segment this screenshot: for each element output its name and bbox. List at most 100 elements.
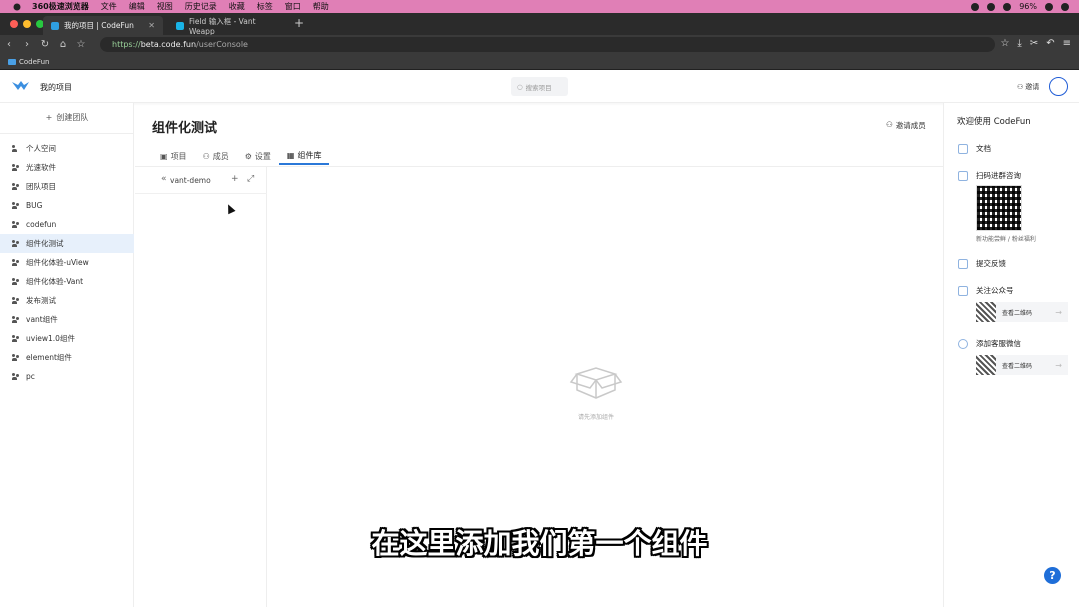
minimize-window-icon[interactable] [23, 20, 31, 28]
tab-members[interactable]: ⚇ 成员 [195, 147, 237, 165]
user-icon: ⚇ [1017, 83, 1024, 91]
tab-settings[interactable]: ⚙ 设置 [237, 147, 279, 165]
tab-component-library[interactable]: ▦ 组件库 [278, 147, 330, 165]
feedback-label: 提交反馈 [976, 259, 1006, 268]
browser-tab-bar: 我的项目 | CodeFun ✕ Field 输入框 - Vant Weapp … [0, 13, 1079, 36]
sidebar-item-label: 组件化体验-Vant [26, 277, 84, 286]
expand-icon[interactable]: ⤢ [247, 174, 254, 184]
team-title: 组件化测试 [152, 121, 218, 136]
sidebar-item-team[interactable]: 发布测试 [0, 291, 134, 310]
menu-item-view[interactable]: 视图 [157, 1, 173, 12]
menu-item-window[interactable]: 窗口 [285, 1, 301, 12]
reload-icon[interactable]: ↻ [36, 39, 54, 50]
sidebar-item-team[interactable]: BUG [0, 196, 134, 215]
sidebar-item-team[interactable]: vant组件 [0, 310, 134, 329]
sidebar-item-label: BUG [26, 201, 43, 210]
bookmark-star-icon[interactable]: ☆ [72, 39, 90, 50]
view-official-qr-button[interactable]: 查看二维码 → [976, 302, 1068, 322]
menu-item-file[interactable]: 文件 [101, 1, 117, 12]
help-button[interactable]: ? [1044, 567, 1061, 584]
back-icon[interactable]: ‹ [0, 39, 18, 50]
view-qr-label: 查看二维码 [1002, 309, 1033, 317]
sidebar-item-team[interactable]: pc [0, 367, 134, 386]
home-icon[interactable]: ⌂ [54, 39, 72, 50]
download-icon[interactable]: ⤓ [1017, 38, 1021, 49]
invite-button[interactable]: ⚇ 邀请 [1017, 82, 1039, 92]
tab-label: 成员 [212, 151, 229, 161]
search-icon: ○ [517, 82, 523, 91]
empty-box-icon [569, 367, 623, 399]
close-tab-icon[interactable]: ✕ [148, 21, 155, 30]
search-icon[interactable] [1045, 2, 1053, 11]
sidebar-item-team[interactable]: 团队项目 [0, 177, 134, 196]
toolbar-right-actions: ☆ ⤓ ✂ ↶ ≡ [1000, 38, 1071, 49]
team-icon [12, 164, 20, 171]
address-bar[interactable]: https:// beta.code.fun /userConsole [100, 37, 995, 52]
sidebar-item-team-active[interactable]: 组件化测试 [0, 234, 134, 253]
sidebar-item-team[interactable]: 组件化体验-uView [0, 253, 134, 272]
sidebar-item-label: 光速软件 [26, 163, 56, 172]
menu-item-tabs[interactable]: 标签 [257, 1, 273, 12]
menu-item-favorites[interactable]: 收藏 [229, 1, 245, 12]
tab-title: 我的项目 | CodeFun [64, 21, 134, 30]
page-title[interactable]: 我的项目 [40, 82, 72, 93]
url-host: beta.code.fun [140, 40, 197, 49]
search-input[interactable]: ○ 搜索项目 [511, 77, 568, 96]
sidebar-item-personal[interactable]: 个人空间 [0, 139, 134, 158]
team-tabs: ▣ 项目 ⚇ 成员 ⚙ 设置 ▦ 组件库 [152, 147, 330, 165]
arrow-right-icon: → [1055, 360, 1062, 370]
team-icon [12, 373, 20, 380]
star-icon[interactable]: ☆ [1000, 38, 1009, 49]
invite-member-button[interactable]: ⚇ 邀请成员 [886, 120, 926, 131]
sidebar-item-team[interactable]: uview1.0组件 [0, 329, 134, 348]
wifi-icon[interactable] [1003, 2, 1012, 11]
invite-member-label: 邀请成员 [895, 121, 926, 130]
create-team-button[interactable]: + 创建团队 [0, 109, 134, 125]
create-team-label: 创建团队 [56, 112, 89, 122]
view-qr-label: 查看二维码 [1002, 362, 1033, 370]
scissors-icon[interactable]: ✂ [1030, 38, 1038, 49]
qr-thumbnail-icon [976, 302, 996, 322]
menubar-app-name[interactable]: 360极速浏览器 [32, 1, 89, 12]
apple-icon[interactable] [13, 3, 21, 10]
menu-icon[interactable]: ≡ [1063, 38, 1071, 49]
collapse-icon[interactable]: « [161, 174, 167, 184]
close-window-icon[interactable] [10, 20, 18, 28]
record-icon[interactable] [971, 2, 980, 11]
tab-projects[interactable]: ▣ 项目 [152, 147, 195, 165]
browser-tab-codefun[interactable]: 我的项目 | CodeFun ✕ [43, 16, 163, 35]
add-icon[interactable]: + [231, 174, 239, 184]
view-service-qr-button[interactable]: 查看二维码 → [976, 355, 1068, 375]
arrow-right-icon: → [1055, 307, 1062, 317]
sidebar-item-label: vant组件 [26, 315, 58, 324]
team-icon [12, 335, 20, 342]
codefun-bookmark-icon [8, 58, 16, 65]
codefun-logo-icon[interactable] [12, 80, 29, 92]
menu-item-edit[interactable]: 编辑 [129, 1, 145, 12]
tab-title: Field 输入框 - Vant Weapp [189, 16, 256, 36]
menu-item-help[interactable]: 帮助 [313, 1, 329, 12]
new-tab-icon[interactable]: + [294, 16, 304, 30]
menu-item-history[interactable]: 历史记录 [185, 1, 217, 12]
video-subtitle: 在这里添加我们第一个组件 [371, 527, 708, 560]
moon-icon[interactable] [987, 2, 996, 11]
gear-icon: ⚙ [244, 151, 252, 161]
project-icon: ▣ [160, 151, 168, 161]
team-icon [12, 240, 20, 247]
undo-icon[interactable]: ↶ [1046, 38, 1054, 49]
browser-tab-vant[interactable]: Field 输入框 - Vant Weapp [168, 16, 288, 36]
team-icon [12, 278, 20, 285]
feedback-link[interactable]: 提交反馈 [958, 258, 1006, 269]
sidebar-item-team[interactable]: 组件化体验-Vant [0, 272, 134, 291]
welcome-title: 欢迎使用 CodeFun [957, 117, 1031, 127]
forward-icon[interactable]: › [18, 39, 36, 50]
control-center-icon[interactable] [1061, 2, 1069, 11]
docs-link[interactable]: 文档 [958, 143, 991, 154]
sidebar-item-team[interactable]: codefun [0, 215, 134, 234]
avatar[interactable] [1049, 77, 1068, 96]
sidebar-item-team[interactable]: 光速软件 [0, 158, 134, 177]
bookmark-codefun[interactable]: CodeFun [19, 58, 49, 66]
library-name[interactable]: vant-demo [170, 176, 211, 185]
window-controls [10, 20, 44, 28]
sidebar-item-team[interactable]: element组件 [0, 348, 134, 367]
